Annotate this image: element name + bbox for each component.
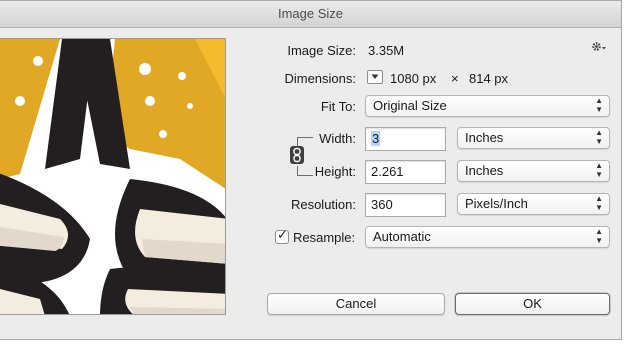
cancel-button-label: Cancel <box>335 296 377 311</box>
height-input[interactable]: 2.261 <box>365 160 446 184</box>
resample-value: Automatic <box>373 229 431 244</box>
width-unit-select[interactable]: Inches ▲ ▼ <box>457 127 610 149</box>
width-unit-value: Inches <box>465 130 504 145</box>
fit-to-select[interactable]: Original Size ▲ ▼ <box>365 95 610 117</box>
gear-glyph <box>592 42 606 51</box>
width-input-value: 3 <box>371 131 381 146</box>
link-bracket-bottom <box>297 166 313 176</box>
height-unit-value: Inches <box>465 163 504 178</box>
image-size-dialog: Image Size Image Size: 3.35M Dimensions:… <box>0 0 622 340</box>
preview-artwork <box>0 39 225 314</box>
up-down-arrows-icon: ▲ ▼ <box>595 227 603 245</box>
resample-select[interactable]: Automatic ▲ ▼ <box>365 226 610 248</box>
gear-icon[interactable] <box>591 41 607 56</box>
title-bar: Image Size <box>0 1 621 28</box>
dimensions-width: 1080 px <box>390 71 437 86</box>
cancel-button[interactable]: Cancel <box>267 293 445 315</box>
ok-button-label: OK <box>523 296 542 311</box>
triangle-down-icon[interactable] <box>367 70 383 84</box>
up-down-arrows-icon: ▲ ▼ <box>595 194 603 212</box>
checkmark-icon: ✓ <box>277 227 288 242</box>
chain-glyph <box>293 147 301 163</box>
resolution-label: Resolution: <box>290 197 356 212</box>
image-preview[interactable] <box>0 38 226 315</box>
dimensions-height: 814 px <box>469 71 509 86</box>
dimensions-times: × <box>451 71 459 86</box>
resample-label: Resample: <box>293 230 356 245</box>
image-size-value: 3.35M <box>368 43 405 58</box>
width-label: Width: <box>319 131 356 146</box>
window-title: Image Size <box>277 6 344 21</box>
resolution-input[interactable]: 360 <box>365 193 446 217</box>
height-unit-select[interactable]: Inches ▲ ▼ <box>457 160 610 182</box>
up-down-arrows-icon: ▲ ▼ <box>595 96 603 114</box>
fit-to-label: Fit To: <box>320 99 356 114</box>
height-input-value: 2.261 <box>371 164 404 179</box>
resolution-unit-select[interactable]: Pixels/Inch ▲ ▼ <box>457 193 610 215</box>
image-size-label: Image Size: <box>287 43 356 58</box>
resolution-unit-value: Pixels/Inch <box>465 196 528 211</box>
up-down-arrows-icon: ▲ ▼ <box>595 161 603 179</box>
resample-checkbox[interactable]: ✓ <box>275 227 289 244</box>
dimensions-label: Dimensions: <box>284 71 356 86</box>
width-input[interactable]: 3 <box>365 127 446 151</box>
up-down-arrows-icon: ▲ ▼ <box>595 128 603 146</box>
resolution-input-value: 360 <box>371 197 393 212</box>
fit-to-value: Original Size <box>373 98 447 113</box>
ok-button[interactable]: OK <box>455 293 610 315</box>
height-label: Height: <box>314 164 356 179</box>
chain-link-icon[interactable] <box>290 146 304 164</box>
triangle-glyph <box>371 74 379 79</box>
